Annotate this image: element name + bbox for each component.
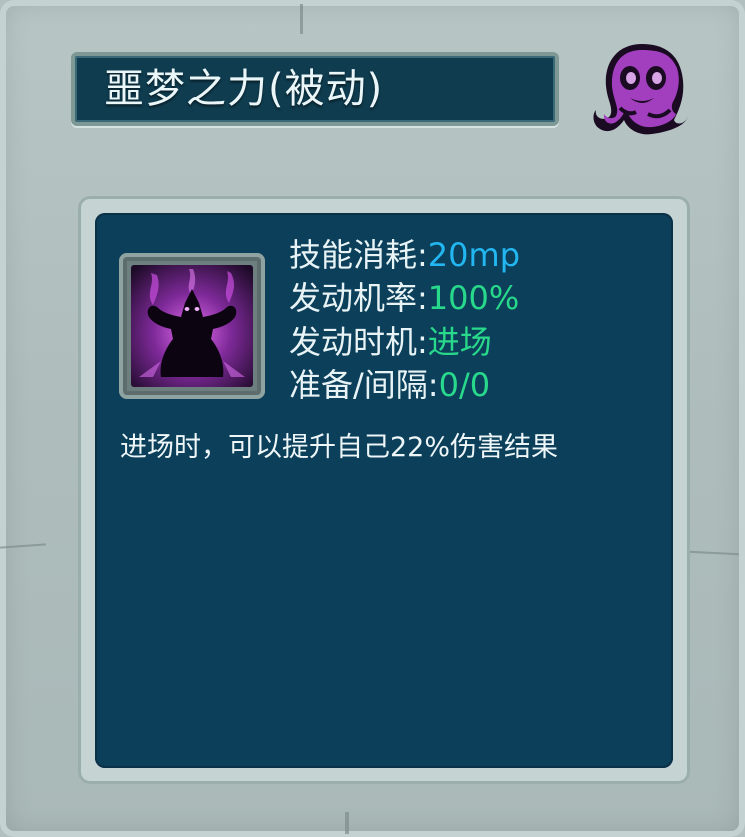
stat-value: 20mp [427,236,520,274]
stone-crack [300,4,303,34]
stat-value: 0/0 [438,366,491,404]
stat-trigger-timing: 发动时机:进场 [289,319,492,365]
stat-value: 进场 [427,323,492,361]
stat-prepare-interval: 准备/间隔:0/0 [289,362,490,408]
stat-mp-cost: 技能消耗:20mp [289,232,520,278]
stat-label: 准备/间隔: [289,366,439,404]
stat-label: 发动时机: [289,323,428,361]
stat-value: 100% [427,279,520,317]
skill-description: 进场时，可以提升自己22%伤害结果 [120,432,559,463]
stat-label: 技能消耗: [289,236,428,274]
stone-crack [0,543,47,549]
stone-crack [688,550,740,556]
stat-trigger-rate: 发动机率:100% [289,275,519,321]
skill-title: 噩梦之力(被动) [104,66,384,112]
stone-crack [345,812,349,834]
stat-label: 发动机率: [289,279,428,317]
purple-ghost-icon [593,44,688,135]
dark-demon-purple-flames-icon [131,265,253,387]
